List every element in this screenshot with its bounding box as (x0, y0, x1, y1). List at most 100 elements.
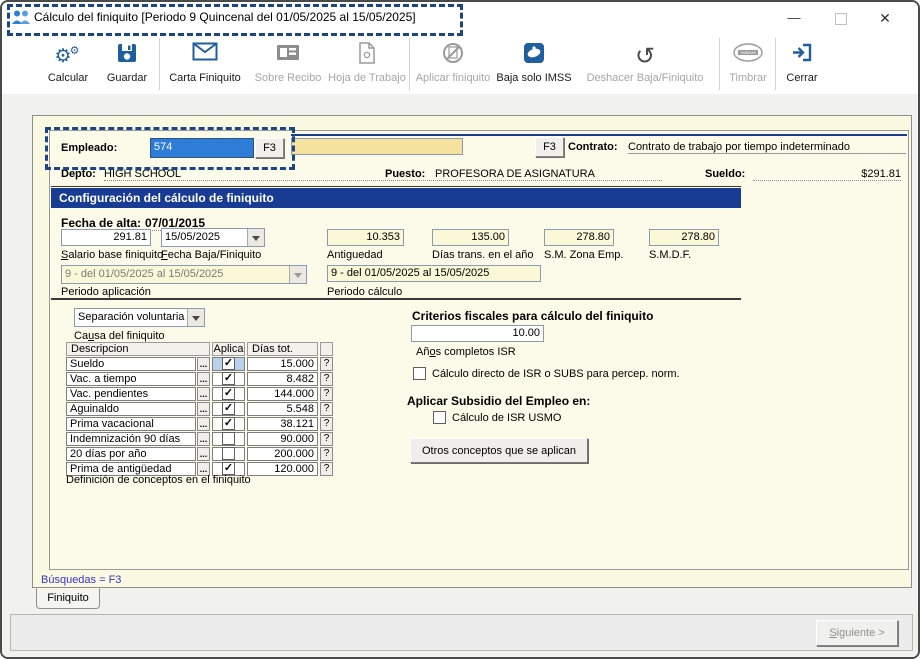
concept-aplica-cell[interactable]: ✓ (212, 387, 245, 401)
concept-detail-button[interactable]: ... (197, 432, 210, 446)
tab-finiquito[interactable]: Finiquito (36, 588, 100, 609)
timbrar-button: TIMBRAR Timbrar (723, 36, 773, 90)
puesto-value: PROFESORA DE ASIGNATURA (435, 168, 662, 181)
concept-detail-button[interactable]: ... (197, 357, 210, 371)
table-row: Prima vacacional... ✓ 38.121? (66, 417, 333, 431)
empleado-search-f3-button[interactable]: F3 (535, 137, 564, 157)
checkbox-checked-icon[interactable]: ✓ (222, 462, 235, 475)
periodo-calculo-label: Periodo cálculo (327, 286, 402, 298)
concept-dias-cell[interactable]: 38.121 (247, 417, 318, 431)
concept-detail-button[interactable]: ... (197, 417, 210, 431)
empleado-name-field[interactable] (291, 138, 463, 155)
column-header-aplica: Aplica (212, 342, 245, 356)
depto-label: Depto: (61, 168, 96, 180)
anos-isr-input[interactable]: 10.00 (411, 325, 544, 342)
checkbox-checked-icon[interactable]: ✓ (222, 402, 235, 415)
column-header-dias: Días tot. (247, 342, 318, 356)
checkbox-unchecked-icon[interactable] (222, 447, 235, 460)
close-button[interactable]: ✕ (868, 2, 902, 32)
concept-help-button[interactable]: ? (320, 387, 333, 401)
chevron-down-icon[interactable] (247, 229, 264, 246)
concept-detail-button[interactable]: ... (197, 447, 210, 461)
concept-descripcion-cell[interactable]: Aguinaldo (66, 402, 196, 416)
salario-base-input[interactable]: 291.81 (61, 229, 151, 246)
concept-descripcion-cell[interactable]: 20 días por año (66, 447, 196, 461)
checkbox-unchecked-icon[interactable] (222, 432, 235, 445)
baja-solo-imss-button[interactable]: Baja solo IMSS (495, 36, 573, 90)
concept-descripcion-cell[interactable]: Indemnización 90 días (66, 432, 196, 446)
gears-icon: ⚙⚙ (38, 42, 98, 72)
app-people-icon (12, 10, 30, 28)
concept-detail-button[interactable]: ... (197, 387, 210, 401)
concept-aplica-cell[interactable] (212, 432, 245, 446)
concept-help-button[interactable]: ? (320, 357, 333, 371)
otros-conceptos-button[interactable]: Otros conceptos que se aplican (410, 438, 588, 463)
minimize-button[interactable]: — (777, 2, 811, 32)
concept-aplica-cell[interactable]: ✓ (212, 357, 245, 371)
smdf-label: S.M.D.F. (649, 249, 691, 261)
anos-isr-label: Años completos ISR (416, 346, 516, 358)
concept-aplica-cell[interactable]: ✓ (212, 372, 245, 386)
concept-descripcion-cell[interactable]: Sueldo (66, 357, 196, 371)
section-divider (51, 186, 741, 187)
concept-dias-cell[interactable]: 15.000 (247, 357, 318, 371)
isr-usmo-checkbox[interactable]: Cálculo de ISR USMO (433, 412, 561, 424)
worksheet-page-icon (328, 42, 406, 72)
concept-help-button[interactable]: ? (320, 372, 333, 386)
concept-help-button[interactable]: ? (320, 402, 333, 416)
fecha-baja-dropdown[interactable]: 15/05/2025 (161, 228, 265, 247)
floppy-icon (98, 42, 156, 72)
concept-dias-cell[interactable]: 5.548 (247, 402, 318, 416)
chevron-down-icon (289, 266, 306, 283)
concept-aplica-cell[interactable]: ✓ (212, 402, 245, 416)
checkbox-icon[interactable] (433, 411, 446, 424)
concept-help-button[interactable]: ? (320, 417, 333, 431)
finiquito-form-panel: Empleado: 574 F3 F3 Contrato: Contrato d… (49, 130, 909, 570)
concept-descripcion-cell[interactable]: Prima vacacional (66, 417, 196, 431)
concept-help-button[interactable]: ? (320, 432, 333, 446)
criterios-fiscales-header: Criterios fiscales para cálculo del fini… (412, 309, 653, 323)
sueldo-label: Sueldo: (705, 168, 745, 180)
carta-finiquito-button[interactable]: Carta Finiquito (163, 36, 247, 90)
config-section-header: Configuración del cálculo de finiquito (51, 188, 741, 208)
empleado-label: Empleado: (61, 142, 117, 154)
periodo-aplicacion-dropdown: 9 - del 01/05/2025 al 15/05/2025 (61, 265, 307, 284)
guardar-button[interactable]: Guardar (98, 36, 156, 90)
envelope-icon (163, 42, 247, 72)
status-busquedas: Búsquedas = F3 (41, 574, 121, 586)
concept-help-button[interactable]: ? (320, 447, 333, 461)
stamp-seal-icon: TIMBRAR (723, 42, 773, 72)
card-icon (249, 42, 327, 72)
causa-finiquito-dropdown[interactable]: Separación voluntaria (74, 308, 205, 327)
empleado-f3-button[interactable]: F3 (255, 138, 284, 158)
concept-descripcion-cell[interactable]: Vac. pendientes (66, 387, 196, 401)
periodo-calculo-field: 9 - del 01/05/2025 al 15/05/2025 (327, 265, 541, 282)
concept-dias-cell[interactable]: 90.000 (247, 432, 318, 446)
antiguedad-label: Antiguedad (327, 249, 383, 261)
concept-dias-cell[interactable]: 144.000 (247, 387, 318, 401)
calculo-directo-checkbox[interactable]: Cálculo directo de ISR o SUBS para perce… (413, 368, 680, 380)
concept-aplica-cell[interactable] (212, 447, 245, 461)
checkbox-checked-icon[interactable]: ✓ (222, 372, 235, 385)
calcular-button[interactable]: ⚙⚙ Calcular (38, 36, 98, 90)
checkbox-checked-icon[interactable]: ✓ (222, 357, 235, 370)
concept-dias-cell[interactable]: 120.000 (247, 462, 318, 476)
empleado-number-input[interactable]: 574 (150, 138, 254, 158)
concept-aplica-cell[interactable]: ✓ (212, 417, 245, 431)
concept-dias-cell[interactable]: 200.000 (247, 447, 318, 461)
concept-descripcion-cell[interactable]: Vac. a tiempo (66, 372, 196, 386)
cerrar-button[interactable]: Cerrar (779, 36, 825, 90)
undo-arrow-icon: ↺ (575, 42, 715, 72)
concept-help-button[interactable]: ? (320, 462, 333, 476)
footer-bar: Siguiente > (10, 614, 913, 651)
concept-dias-cell[interactable]: 8.482 (247, 372, 318, 386)
checkbox-checked-icon[interactable]: ✓ (222, 417, 235, 430)
antiguedad-field: 10.353 (327, 229, 404, 246)
exit-door-icon (779, 42, 825, 72)
checkbox-checked-icon[interactable]: ✓ (222, 387, 235, 400)
concept-detail-button[interactable]: ... (197, 402, 210, 416)
checkbox-icon[interactable] (413, 367, 426, 380)
concept-detail-button[interactable]: ... (197, 372, 210, 386)
title-bar[interactable]: Cálculo del finiquito [Periodo 9 Quincen… (2, 2, 918, 32)
chevron-down-icon[interactable] (187, 309, 204, 326)
